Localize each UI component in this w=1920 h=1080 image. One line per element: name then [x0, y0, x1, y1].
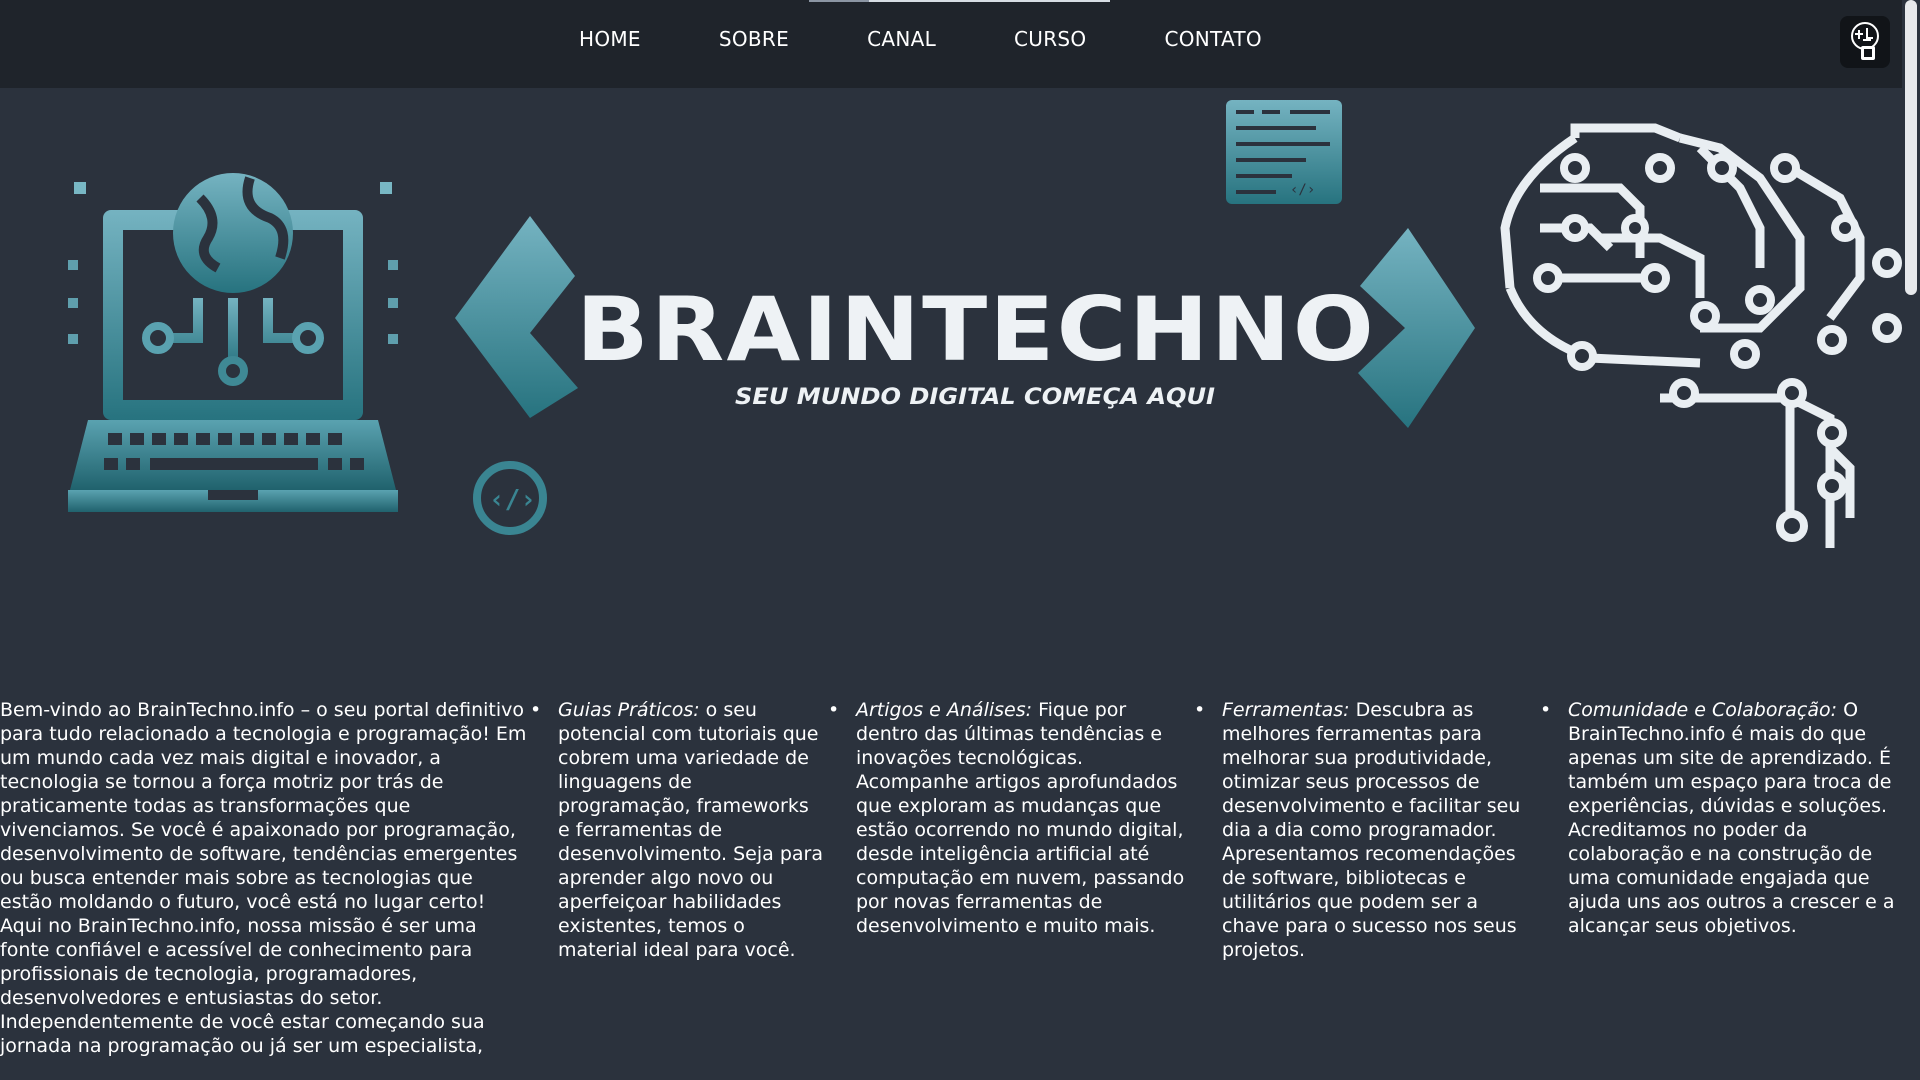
intro-paragraph-3: Independentemente de você estar começand…: [0, 1011, 485, 1057]
intro-paragraph-2: Aqui no BrainTechno.info, nossa missão é…: [0, 915, 477, 1009]
nav-home[interactable]: HOME: [540, 27, 680, 51]
code-window-icon: ‹/›: [1226, 100, 1342, 204]
intro-column: Bem-vindo ao BrainTechno.info – o seu po…: [0, 698, 528, 1058]
page-scrollbar[interactable]: [1902, 0, 1920, 1080]
intro-content: Bem-vindo ao BrainTechno.info – o seu po…: [0, 698, 1902, 1058]
nav-sobre[interactable]: SOBRE: [680, 27, 828, 51]
feature-text: Descubra as melhores ferramentas para me…: [1222, 699, 1521, 961]
feature-comunidade: • Comunidade e Colaboração: O BrainTechn…: [1538, 698, 1902, 1058]
bullet-dot: •: [1194, 699, 1206, 721]
brain-logo-icon[interactable]: [1840, 16, 1890, 68]
brand-title: BRAINTECHNO: [576, 278, 1376, 381]
circuit-nodes: [1533, 153, 1902, 542]
feature-artigos: • Artigos e Análises: Fique por dentro d…: [826, 698, 1192, 1058]
svg-text:‹/›: ‹/›: [489, 485, 536, 515]
intro-paragraph-1: Bem-vindo ao BrainTechno.info – o seu po…: [0, 699, 527, 913]
laptop-globe-icon: [68, 173, 398, 512]
top-navbar: HOME SOBRE CANAL CURSO CONTATO: [0, 0, 1902, 88]
svg-text:‹/›: ‹/›: [1290, 182, 1315, 198]
brand-tagline: SEU MUNDO DIGITAL COMEÇA AQUI: [735, 385, 1215, 410]
left-chevron-shape: [455, 216, 578, 418]
bullet-dot: •: [1540, 699, 1552, 721]
bullet-dot: •: [530, 699, 542, 721]
nav-contato[interactable]: CONTATO: [1125, 27, 1301, 51]
feature-title: Ferramentas:: [1222, 699, 1350, 721]
feature-title: Guias Práticos:: [558, 699, 700, 721]
hero-banner: ‹/› ‹/› BRAINTECHNO SEU MUNDO DIGITAL CO…: [0, 88, 1902, 608]
feature-text: Fique por dentro das últimas tendências …: [856, 699, 1185, 937]
nav-canal[interactable]: CANAL: [828, 27, 975, 51]
scrollbar-thumb[interactable]: [1905, 0, 1917, 295]
circuit-brain-icon: [1500, 123, 1865, 548]
feature-title: Artigos e Análises:: [856, 699, 1033, 721]
nav-curso[interactable]: CURSO: [975, 27, 1125, 51]
feature-title: Comunidade e Colaboração:: [1568, 699, 1838, 721]
hero-artwork: ‹/› ‹/› BRAINTECHNO SEU MUNDO DIGITAL CO…: [68, 100, 1902, 548]
feature-text: O BrainTechno.info é mais do que apenas …: [1568, 699, 1895, 937]
feature-text: o seu potencial com tutoriais que cobrem…: [558, 699, 823, 961]
code-circle-icon: ‹/›: [473, 461, 547, 535]
feature-guias: • Guias Práticos: o seu potencial com tu…: [528, 698, 826, 1058]
feature-ferramentas: • Ferramentas: Descubra as melhores ferr…: [1192, 698, 1538, 1058]
main-nav: HOME SOBRE CANAL CURSO CONTATO: [540, 0, 1301, 78]
bullet-dot: •: [828, 699, 840, 721]
